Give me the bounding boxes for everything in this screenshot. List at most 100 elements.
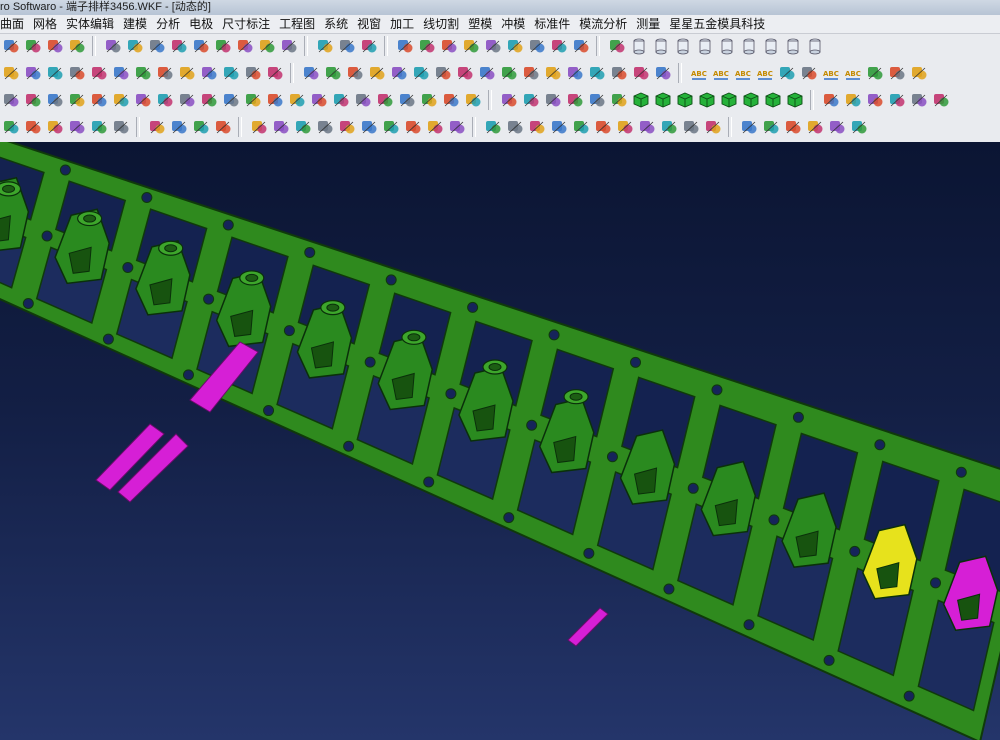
menu-item-5[interactable]: 电极 (185, 15, 218, 33)
surface-icon[interactable] (24, 64, 42, 82)
shape-icon[interactable] (68, 91, 86, 109)
page-icon[interactable] (90, 118, 108, 136)
mold-icon[interactable] (294, 118, 312, 136)
print-icon[interactable] (24, 37, 42, 55)
solid-icon[interactable] (478, 64, 496, 82)
mold-icon[interactable] (316, 118, 334, 136)
plate-icon[interactable] (484, 118, 502, 136)
solid-icon[interactable] (368, 64, 386, 82)
dimension-icon[interactable] (506, 37, 524, 55)
solid-icon[interactable] (632, 64, 650, 82)
open-icon[interactable] (2, 37, 20, 55)
mold-icon[interactable] (250, 118, 268, 136)
box-icon[interactable] (214, 118, 232, 136)
solid-edit-icon[interactable] (104, 37, 122, 55)
transform-icon[interactable] (544, 91, 562, 109)
box-icon[interactable] (148, 118, 166, 136)
menu-item-9[interactable]: 视窗 (353, 15, 386, 33)
cylinder-icon[interactable] (630, 37, 648, 55)
mold-icon[interactable] (404, 118, 422, 136)
surface-icon[interactable] (46, 64, 64, 82)
plate-icon[interactable] (506, 118, 524, 136)
menu-item-6[interactable]: 尺寸标注 (218, 15, 275, 33)
curve-icon[interactable] (418, 37, 436, 55)
abc-icon[interactable]: ABC (756, 64, 774, 82)
arc-icon[interactable] (24, 118, 42, 136)
page-icon[interactable] (112, 118, 130, 136)
mold-icon[interactable] (448, 118, 466, 136)
transform-icon[interactable] (566, 91, 584, 109)
measure-icon[interactable] (888, 91, 906, 109)
shape-icon[interactable] (46, 91, 64, 109)
ruler-icon[interactable] (888, 64, 906, 82)
dimension-icon[interactable] (550, 37, 568, 55)
shape-icon[interactable] (156, 91, 174, 109)
mold-icon[interactable] (272, 118, 290, 136)
shape-icon[interactable] (24, 91, 42, 109)
transform-icon[interactable] (522, 91, 540, 109)
pen-icon[interactable] (2, 64, 20, 82)
shape-icon[interactable] (310, 91, 328, 109)
transform-icon[interactable] (610, 91, 628, 109)
measure-icon[interactable] (866, 91, 884, 109)
curve-icon[interactable] (90, 64, 108, 82)
transform-icon[interactable] (588, 91, 606, 109)
solid-icon[interactable] (346, 64, 364, 82)
menu-item-7[interactable]: 工程图 (275, 15, 320, 33)
search-icon[interactable] (800, 64, 818, 82)
plate-icon[interactable] (572, 118, 590, 136)
menu-item-0[interactable]: 曲面 (0, 15, 29, 33)
gear-icon[interactable] (170, 37, 188, 55)
target-icon[interactable] (866, 64, 884, 82)
cylinder-icon[interactable] (696, 37, 714, 55)
3d-viewport[interactable] (0, 142, 1000, 740)
shape-icon[interactable] (200, 91, 218, 109)
line-icon[interactable] (440, 37, 458, 55)
mold-icon[interactable] (426, 118, 444, 136)
plate-icon[interactable] (550, 118, 568, 136)
analysis-icon[interactable] (360, 37, 378, 55)
refresh-icon[interactable] (608, 37, 626, 55)
shape-icon[interactable] (134, 91, 152, 109)
window-icon[interactable] (68, 37, 86, 55)
cube-icon[interactable] (654, 91, 672, 109)
surface-icon[interactable] (68, 64, 86, 82)
shape-icon[interactable] (178, 91, 196, 109)
shape-icon[interactable] (266, 91, 284, 109)
shape-icon[interactable] (464, 91, 482, 109)
solid-icon[interactable] (654, 64, 672, 82)
cube-icon[interactable] (742, 91, 760, 109)
polygon-icon[interactable] (46, 118, 64, 136)
menu-item-3[interactable]: 建模 (119, 15, 152, 33)
query-icon[interactable] (828, 118, 846, 136)
shape-icon[interactable] (2, 91, 20, 109)
query-icon[interactable] (784, 118, 802, 136)
dimension-icon[interactable] (484, 37, 502, 55)
menu-item-8[interactable]: 系统 (320, 15, 353, 33)
gear-icon[interactable] (148, 37, 166, 55)
cylinder-icon[interactable] (762, 37, 780, 55)
surface-icon[interactable] (200, 64, 218, 82)
cube-icon[interactable] (632, 91, 650, 109)
cube-icon[interactable] (786, 91, 804, 109)
abc-icon[interactable]: ABC (844, 64, 862, 82)
menu-item-1[interactable]: 网格 (29, 15, 62, 33)
surface-icon[interactable] (156, 64, 174, 82)
shape-icon[interactable] (288, 91, 306, 109)
menu-item-2[interactable]: 实体编辑 (62, 15, 119, 33)
solid-icon[interactable] (324, 64, 342, 82)
solid-icon[interactable] (610, 64, 628, 82)
page-icon[interactable] (68, 118, 86, 136)
surface-icon[interactable] (178, 64, 196, 82)
cylinder-icon[interactable] (740, 37, 758, 55)
query-icon[interactable] (806, 118, 824, 136)
gear-icon[interactable] (214, 37, 232, 55)
plate-icon[interactable] (638, 118, 656, 136)
solid-icon[interactable] (412, 64, 430, 82)
cylinder-icon[interactable] (674, 37, 692, 55)
surface-icon[interactable] (244, 64, 262, 82)
solid-icon[interactable] (566, 64, 584, 82)
solid-icon[interactable] (522, 64, 540, 82)
measure-icon[interactable] (932, 91, 950, 109)
measure-icon[interactable] (844, 91, 862, 109)
